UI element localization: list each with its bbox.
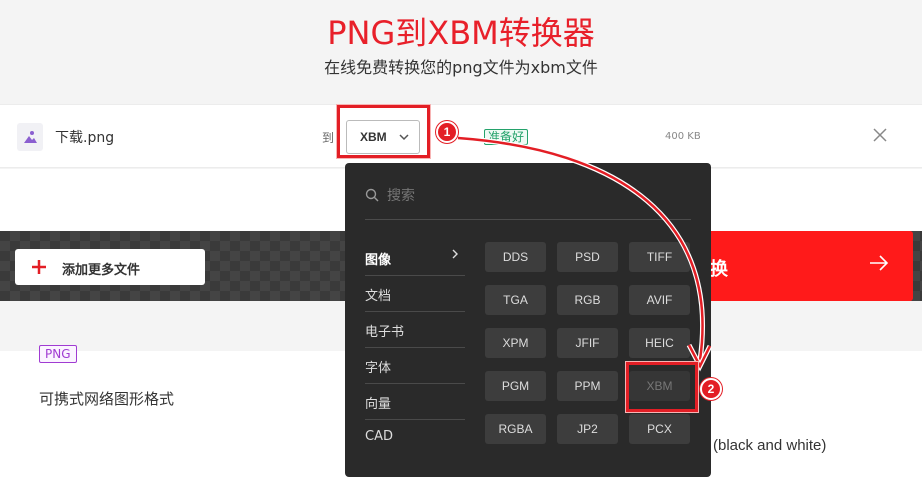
status-badge: 准备好 — [484, 129, 529, 145]
category-label: 图像 — [365, 253, 392, 268]
format-option-dds[interactable]: DDS — [485, 242, 546, 272]
image-icon — [17, 123, 43, 151]
format-tag: PNG — [39, 345, 77, 363]
format-option-ppm[interactable]: PPM — [557, 371, 618, 401]
category-document[interactable]: 文档 — [365, 276, 465, 312]
step-badge-2: 2 — [700, 378, 722, 400]
format-option-rgb[interactable]: RGB — [557, 285, 618, 315]
category-label: 文档 — [365, 289, 392, 304]
category-font[interactable]: 字体 — [365, 348, 465, 384]
file-size: 400 KB — [665, 131, 701, 142]
format-option-psd[interactable]: PSD — [557, 242, 618, 272]
to-label: 到 — [322, 131, 335, 145]
convert-button[interactable]: 换 — [707, 231, 913, 301]
add-more-files-button[interactable]: 添加更多文件 — [15, 249, 205, 285]
category-ebook[interactable]: 电子书 — [365, 312, 465, 348]
format-option-rgba[interactable]: RGBA — [485, 414, 546, 444]
format-option-jp2[interactable]: JP2 — [557, 414, 618, 444]
format-option-avif[interactable]: AVIF — [629, 285, 690, 315]
add-more-files-label: 添加更多文件 — [62, 263, 141, 278]
format-option-pcx[interactable]: PCX — [629, 414, 690, 444]
category-image[interactable]: 图像 — [365, 240, 465, 276]
search-icon — [365, 188, 379, 206]
file-name: 下载.png — [55, 130, 115, 146]
plus-icon — [31, 252, 47, 286]
page-subtitle: 在线免费转换您的png文件为xbm文件 — [324, 58, 598, 77]
divider — [365, 219, 691, 220]
page-header: PNG到XBM转换器 在线免费转换您的png文件为xbm文件 — [0, 0, 922, 100]
format-option-heic[interactable]: HEIC — [629, 328, 690, 358]
highlight-xbm-option — [626, 362, 698, 412]
category-vector[interactable]: 向量 — [365, 384, 465, 420]
format-dropdown: 图像 文档 电子书 字体 向量 CAD DDS PSD TIFF TGA RGB… — [345, 163, 711, 477]
highlight-format-select — [337, 105, 430, 158]
convert-label: 换 — [710, 259, 728, 280]
file-row: 下载.png 到 XBM 准备好 400 KB — [0, 104, 922, 168]
target-format-description: (black and white) — [713, 437, 827, 454]
format-option-pgm[interactable]: PGM — [485, 371, 546, 401]
format-option-jfif[interactable]: JFIF — [557, 328, 618, 358]
chevron-right-icon — [450, 247, 460, 265]
page-title: PNG到XBM转换器 — [327, 14, 595, 52]
format-description: 可携式网络图形格式 — [39, 390, 175, 408]
step-badge-1: 1 — [436, 121, 458, 143]
search-input[interactable] — [387, 187, 687, 203]
category-label: CAD — [365, 429, 393, 444]
category-label: 向量 — [365, 397, 392, 412]
format-option-tiff[interactable]: TIFF — [629, 242, 690, 272]
category-cad[interactable]: CAD — [365, 420, 465, 456]
category-label: 电子书 — [365, 325, 405, 340]
format-option-tga[interactable]: TGA — [485, 285, 546, 315]
category-label: 字体 — [365, 361, 392, 376]
format-option-xpm[interactable]: XPM — [485, 328, 546, 358]
arrow-right-icon — [867, 251, 891, 281]
close-icon[interactable] — [870, 125, 890, 145]
